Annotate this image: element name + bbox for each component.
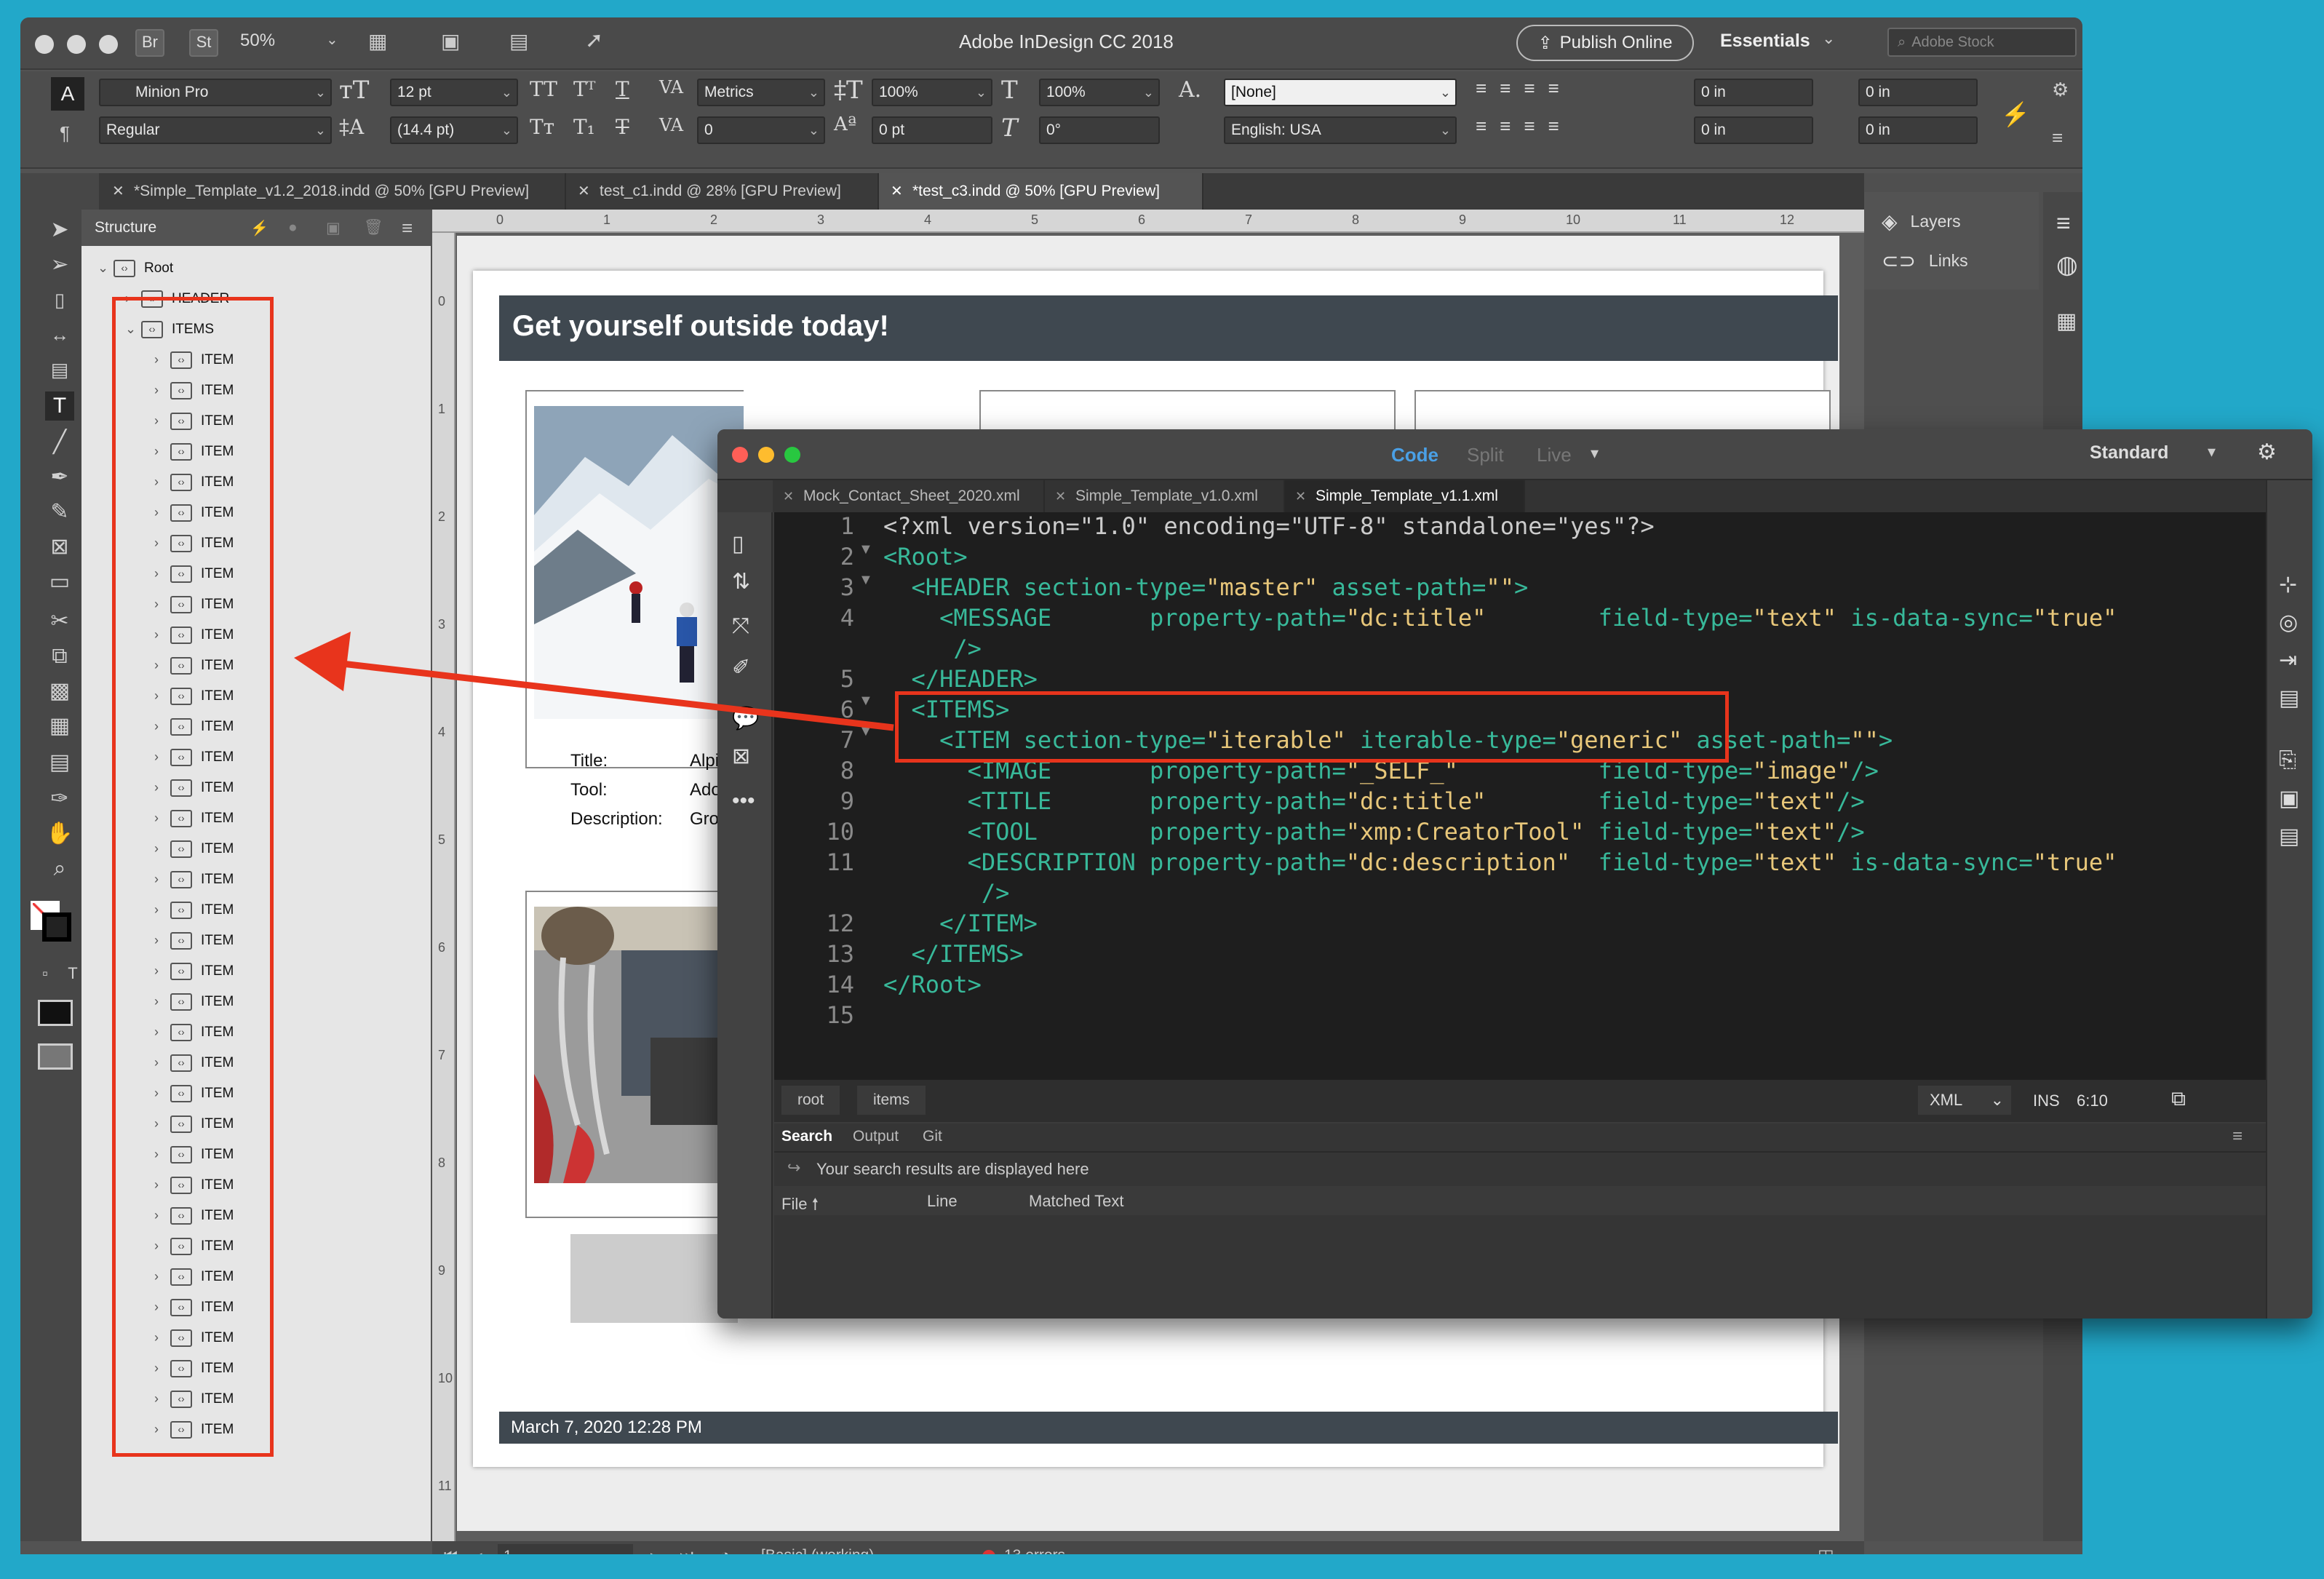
annotation-arrow [294,632,894,731]
